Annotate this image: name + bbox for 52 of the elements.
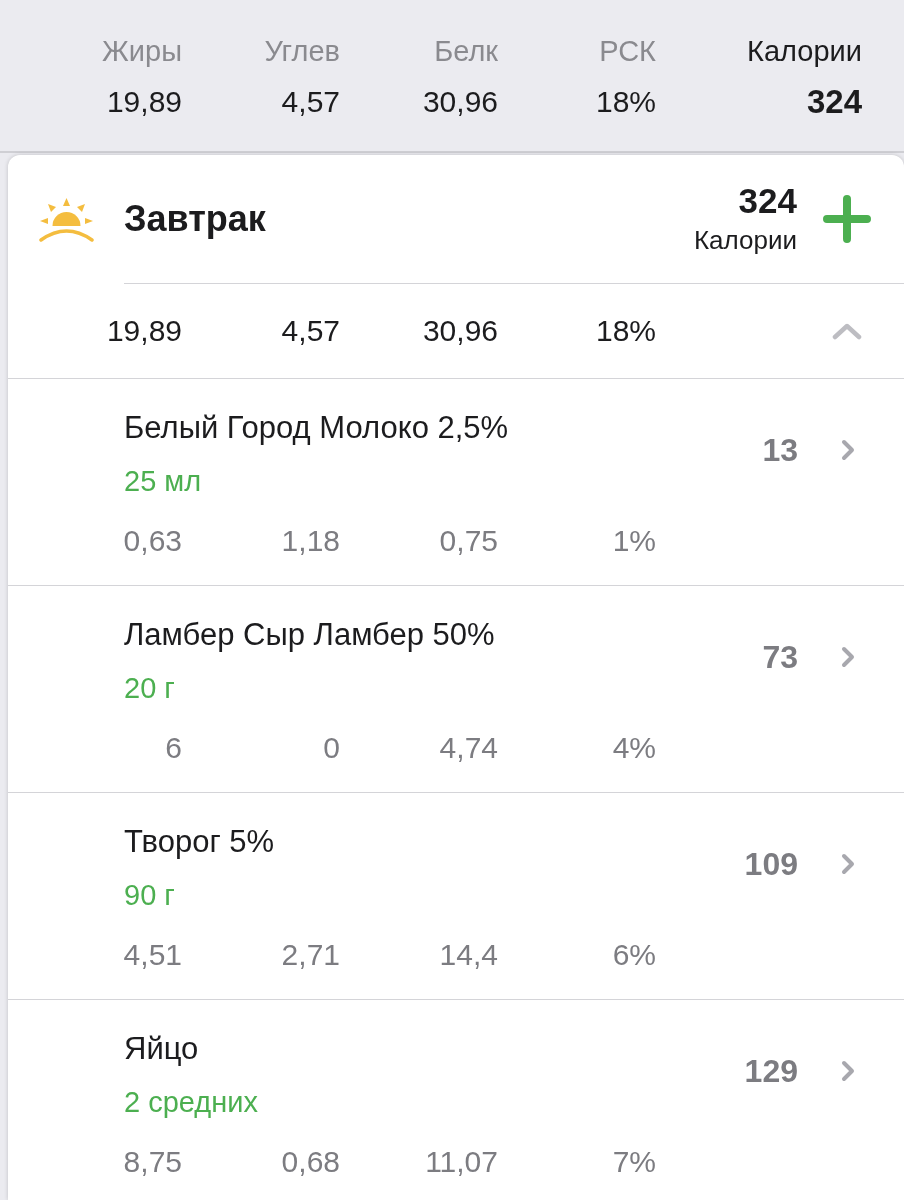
food-calories: 13 bbox=[762, 431, 798, 470]
food-macro-value: 0 bbox=[323, 730, 340, 766]
chevron-right-icon[interactable] bbox=[841, 1060, 855, 1082]
food-macro-value: 0,68 bbox=[281, 1144, 340, 1180]
food-amount: 20 г bbox=[124, 671, 175, 706]
summary-label: Жиры bbox=[102, 34, 182, 69]
food-macro-value: 2,71 bbox=[281, 937, 340, 973]
summary-value: 324 bbox=[806, 82, 862, 122]
food-macro-value: 8,75 bbox=[123, 1144, 182, 1180]
meal-macro-value: 30,96 bbox=[422, 313, 498, 349]
food-macro-value: 1,18 bbox=[281, 523, 340, 559]
food-macro-value: 14,4 bbox=[439, 937, 498, 973]
food-macro-value: 4,74 bbox=[439, 730, 498, 766]
chevron-right-icon[interactable] bbox=[841, 853, 855, 875]
meal-macro-value: 4,57 bbox=[281, 313, 340, 349]
food-name: Творог 5% bbox=[124, 823, 275, 861]
food-calories: 129 bbox=[744, 1052, 798, 1091]
summary-value: 19,89 bbox=[106, 84, 182, 120]
food-macro-value: 6% bbox=[612, 937, 656, 973]
meal-title: Завтрак bbox=[124, 198, 266, 240]
food-macro-value: 7% bbox=[612, 1144, 656, 1180]
food-macro-value: 1% bbox=[612, 523, 656, 559]
sun-icon bbox=[38, 196, 95, 242]
summary-label: Белк bbox=[434, 34, 498, 69]
summary-value: 18% bbox=[595, 84, 656, 120]
meal-macro-value: 19,89 bbox=[106, 313, 182, 349]
summary-label: РСК bbox=[599, 34, 656, 69]
summary-label: Углев bbox=[264, 34, 340, 69]
meal-calories-label: Калории bbox=[693, 224, 797, 257]
food-amount: 25 мл bbox=[124, 464, 202, 499]
food-macro-value: 4,51 bbox=[123, 937, 182, 973]
food-calories: 109 bbox=[744, 845, 798, 884]
chevron-right-icon[interactable] bbox=[841, 646, 855, 668]
food-macro-value: 0,63 bbox=[123, 523, 182, 559]
food-macro-value: 0,75 bbox=[439, 523, 498, 559]
food-amount: 90 г bbox=[124, 878, 175, 913]
chevron-right-icon[interactable] bbox=[841, 439, 855, 461]
meal-macro-value: 18% bbox=[595, 313, 656, 349]
food-name: Яйцо bbox=[124, 1030, 199, 1068]
meal-calories: 324 bbox=[738, 181, 797, 221]
chevron-up-icon[interactable] bbox=[832, 322, 862, 340]
food-macro-value: 11,07 bbox=[425, 1144, 498, 1180]
food-name: Белый Город Молоко 2,5% bbox=[124, 409, 509, 447]
summary-value: 4,57 bbox=[281, 84, 340, 120]
food-macro-value: 4% bbox=[612, 730, 656, 766]
summary-label: Калории bbox=[747, 34, 862, 69]
food-macro-value: 6 bbox=[165, 730, 182, 766]
summary-value: 30,96 bbox=[422, 84, 498, 120]
food-amount: 2 средних bbox=[124, 1085, 258, 1120]
food-calories: 73 bbox=[762, 638, 798, 677]
food-name: Ламбер Сыр Ламбер 50% bbox=[124, 616, 495, 654]
add-icon[interactable] bbox=[823, 195, 871, 243]
